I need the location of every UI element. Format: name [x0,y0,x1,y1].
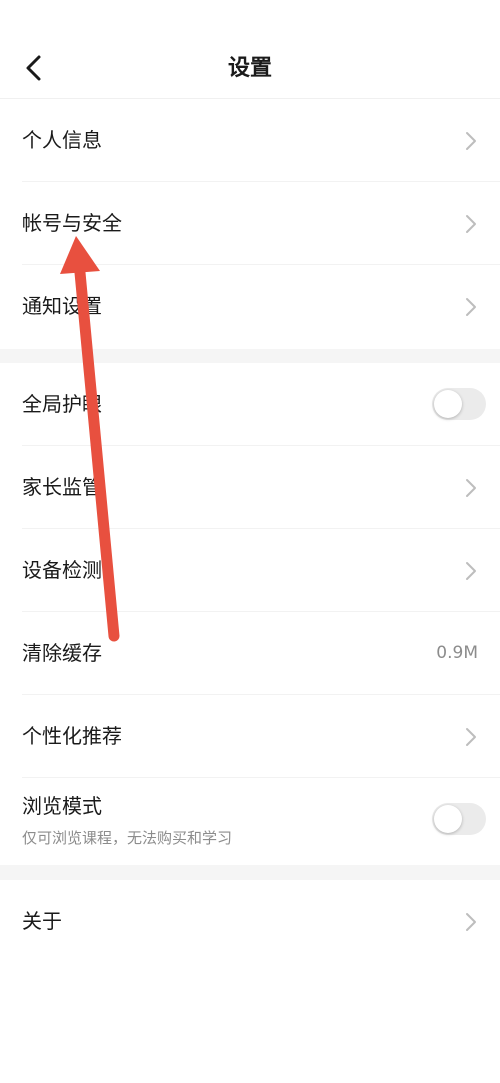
row-global-eye-care[interactable]: 全局护眼 [22,363,500,446]
row-label: 帐号与安全 [22,211,122,235]
cache-size-value: 0.9M [436,643,478,663]
row-label: 设备检测 [22,558,102,582]
row-label: 清除缓存 [22,641,102,665]
settings-group-account: 个人信息 帐号与安全 通知设置 [0,99,500,349]
page-title: 设置 [227,56,272,81]
chevron-right-icon [466,728,476,746]
toggle-knob [434,390,462,418]
row-personal-info[interactable]: 个人信息 [22,99,500,182]
toggle-knob [434,805,462,833]
row-account-security[interactable]: 帐号与安全 [22,182,500,265]
row-parental-control[interactable]: 家长监管 [22,446,500,529]
row-device-check[interactable]: 设备检测 [22,529,500,612]
row-about[interactable]: 关于 [22,880,500,963]
chevron-right-icon [466,562,476,580]
row-clear-cache[interactable]: 清除缓存 0.9M [22,612,500,695]
chevron-right-icon [466,132,476,150]
row-label: 全局护眼 [22,392,102,416]
section-divider [0,349,500,363]
section-divider [0,865,500,880]
row-label: 通知设置 [22,294,102,318]
chevron-right-icon [466,298,476,316]
row-label: 关于 [22,909,62,933]
row-personalized-recommendation[interactable]: 个性化推荐 [22,695,500,778]
row-label: 个性化推荐 [22,724,122,748]
row-label: 个人信息 [22,128,102,152]
chevron-right-icon [466,215,476,233]
eye-care-toggle[interactable] [432,388,486,420]
row-label: 浏览模式 [22,794,102,818]
row-notification-settings[interactable]: 通知设置 [22,265,500,348]
row-subtitle: 仅可浏览课程，无法购买和学习 [22,829,233,847]
settings-group-general: 全局护眼 家长监管 设备检测 清除缓存 0.9M 个性化推荐 浏览模式 仅可浏览… [0,363,500,865]
header-bar: 设置 [0,0,500,99]
settings-group-about: 关于 [0,880,500,1083]
browse-mode-toggle[interactable] [432,803,486,835]
row-browse-mode[interactable]: 浏览模式 仅可浏览课程，无法购买和学习 [22,778,500,861]
chevron-right-icon [466,913,476,931]
chevron-right-icon [466,479,476,497]
row-label: 家长监管 [22,475,102,499]
